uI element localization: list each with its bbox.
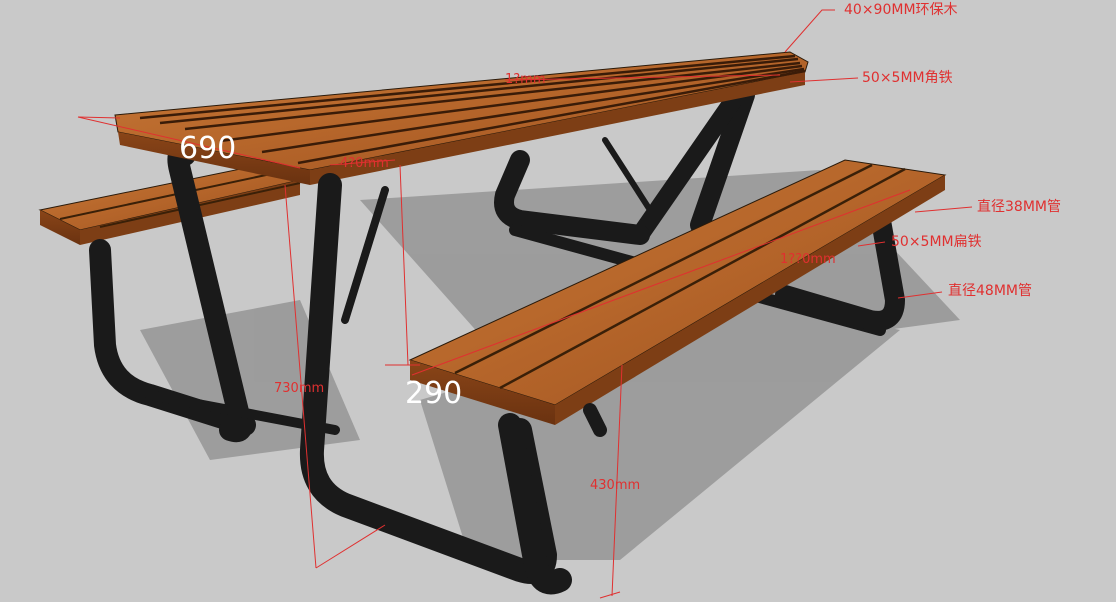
label-flat-iron: 50×5MM扁铁	[891, 234, 982, 250]
label-angle-iron: 50×5MM角铁	[862, 70, 953, 86]
dim-bench-height: 430mm	[590, 478, 641, 493]
dim-top-gap: 4?0mm	[340, 156, 389, 171]
dim-top-length: 1?mm	[505, 72, 546, 87]
dim-bench-length: 1??0mm	[780, 252, 836, 267]
label-tube-48: 直径48MM管	[948, 283, 1032, 299]
label-eco-wood: 40×90MM环保木	[844, 2, 958, 18]
picnic-table-drawing	[38, 9, 973, 599]
left-bench	[38, 164, 302, 245]
dim-tabletop-depth: 690	[179, 131, 237, 166]
dim-table-height: 730mm	[274, 381, 325, 396]
dim-bench-depth: 290	[405, 376, 463, 411]
label-tube-38: 直径38MM管	[977, 199, 1061, 215]
